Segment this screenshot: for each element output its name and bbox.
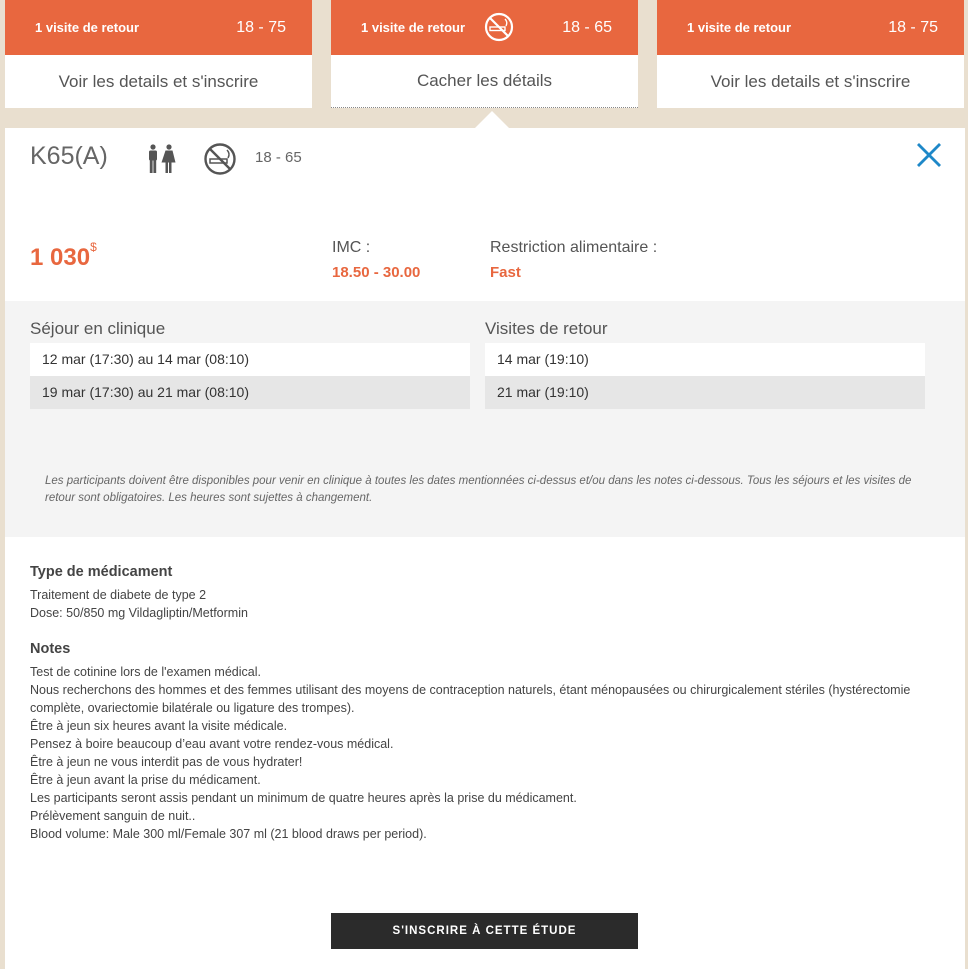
clinic-stay-title: Séjour en clinique — [30, 319, 166, 338]
medication-line: Traitement de diabete de type 2 — [30, 588, 207, 602]
panel-pointer — [475, 111, 509, 128]
currency-symbol: $ — [90, 240, 97, 254]
diet-restriction-label: Restriction alimentaire : — [490, 239, 658, 256]
card-visits: 1 visite de retour — [361, 20, 466, 35]
return-visits-title: Visites de retour — [485, 319, 608, 338]
age-range: 18 - 65 — [255, 149, 302, 166]
show-details-button[interactable]: Voir les details et s'inscrire — [657, 55, 964, 108]
note-line: Être à jeun six heures avant la visite m… — [30, 719, 288, 733]
note-line: Blood volume: Male 300 ml/Female 307 ml … — [30, 827, 427, 841]
no-smoking-icon — [204, 143, 236, 175]
clinic-stay-row: 19 mar (17:30) au 21 mar (08:10) — [30, 376, 470, 409]
card-header: 1 visite de retour 18 - 75 — [5, 0, 312, 55]
diet-restriction-value: Fast — [490, 264, 521, 281]
card-age-range: 18 - 75 — [888, 18, 938, 36]
note-line: Pensez à boire beaucoup d’eau avant votr… — [30, 737, 394, 751]
return-visits-list: 14 mar (19:10) 21 mar (19:10) — [485, 343, 925, 409]
card-header: 1 visite de retour 18 - 65 — [331, 0, 638, 55]
medication-type-body: Traitement de diabete de type 2 Dose: 50… — [30, 586, 930, 622]
register-study-button[interactable]: S'INSCRIRE À CETTE ÉTUDE — [331, 913, 638, 949]
card-visits: 1 visite de retour — [35, 20, 140, 35]
note-line: Être à jeun ne vous interdit pas de vous… — [30, 755, 303, 769]
show-details-button[interactable]: Voir les details et s'inscrire — [5, 55, 312, 108]
study-card: 1 visite de retour 18 - 75 Voir les deta… — [5, 0, 312, 108]
clinic-stay-row: 12 mar (17:30) au 14 mar (08:10) — [30, 343, 470, 376]
hide-details-button[interactable]: Cacher les détails — [331, 55, 638, 108]
imc-label: IMC : — [332, 239, 371, 256]
study-detail-panel: K65(A) 18 - 65 1 030$ IMC : 18.50 - 30.0… — [5, 111, 965, 969]
note-line: Nous recherchons des hommes et des femme… — [30, 683, 911, 715]
card-visits: 1 visite de retour — [687, 20, 792, 35]
note-line: Être à jeun avant la prise du médicament… — [30, 773, 261, 787]
clinic-stay-list: 12 mar (17:30) au 14 mar (08:10) 19 mar … — [30, 343, 470, 409]
close-icon[interactable] — [916, 142, 942, 168]
medication-type-title: Type de médicament — [30, 564, 173, 580]
price-value: 1 030 — [30, 244, 91, 271]
no-smoking-icon — [484, 12, 514, 42]
study-card: 1 visite de retour 18 - 75 Voir les deta… — [657, 0, 964, 108]
card-header: 1 visite de retour 18 - 75 — [657, 0, 964, 55]
availability-disclaimer: Les participants doivent être disponible… — [45, 475, 912, 504]
return-visit-row: 21 mar (19:10) — [485, 376, 925, 409]
imc-value: 18.50 - 30.00 — [332, 264, 421, 281]
male-female-icon — [149, 144, 176, 173]
note-line: Prélèvement sanguin de nuit.. — [30, 809, 196, 823]
study-cards-row: 1 visite de retour 18 - 75 Voir les deta… — [0, 0, 968, 128]
medication-line: Dose: 50/850 mg Vildagliptin/Metformin — [30, 606, 248, 620]
return-visit-row: 14 mar (19:10) — [485, 343, 925, 376]
compensation-amount: 1 030$ — [30, 240, 97, 272]
notes-title: Notes — [30, 641, 71, 657]
study-code: K65(A) — [30, 142, 108, 170]
card-age-range: 18 - 65 — [562, 18, 612, 36]
study-card-active: 1 visite de retour 18 - 65 Cacher les dé… — [331, 0, 638, 108]
schedule-section: Séjour en clinique 12 mar (17:30) au 14 … — [5, 301, 965, 537]
card-age-range: 18 - 75 — [236, 18, 286, 36]
note-line: Les participants seront assis pendant un… — [30, 791, 577, 805]
notes-body: Test de cotinine lors de l'examen médica… — [30, 663, 930, 843]
note-line: Test de cotinine lors de l'examen médica… — [30, 665, 261, 679]
